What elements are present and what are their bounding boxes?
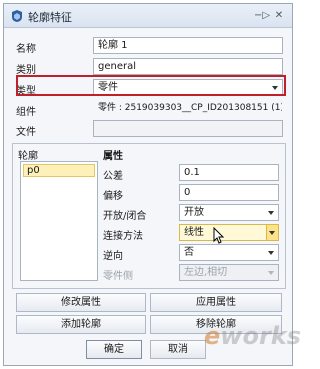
chevron-down-icon bbox=[268, 251, 274, 255]
close-icon[interactable]: ✕ bbox=[272, 9, 286, 23]
open-closed-label: 开放/闭合 bbox=[103, 211, 147, 222]
add-profile-button[interactable]: 添加轮廓 bbox=[16, 315, 146, 334]
name-input[interactable]: 轮廓 1 bbox=[93, 37, 283, 54]
dropdown-button[interactable] bbox=[266, 225, 278, 240]
chevron-down-icon bbox=[272, 86, 278, 90]
attributes-header: 属性 bbox=[103, 151, 123, 162]
part-side-select: 左边,相切 bbox=[179, 264, 279, 281]
window-title: 轮廓特征 bbox=[28, 11, 72, 24]
connect-method-value: 线性 bbox=[184, 227, 204, 238]
profile-list[interactable]: p0 bbox=[20, 161, 98, 281]
type-select[interactable]: 零件 bbox=[93, 79, 283, 96]
connect-method-select[interactable]: 线性 bbox=[179, 224, 279, 241]
category-label: 类别 bbox=[16, 65, 36, 76]
mouse-cursor-icon bbox=[213, 227, 225, 244]
part-side-value: 左边,相切 bbox=[184, 267, 228, 278]
reverse-label: 逆向 bbox=[103, 251, 123, 262]
profile-header: 轮廓 bbox=[18, 151, 38, 162]
open-closed-select[interactable]: 开放 bbox=[179, 204, 279, 221]
file-input[interactable] bbox=[93, 120, 283, 137]
connect-method-label: 连接方法 bbox=[103, 231, 143, 242]
profile-list-item[interactable]: p0 bbox=[23, 164, 95, 177]
chevron-down-icon bbox=[269, 231, 275, 235]
type-label: 类型 bbox=[16, 86, 36, 97]
profile-feature-dialog: 轮廓特征 −▷ ✕ 名称 轮廓 1 类别 general 类型 零件 组件 零件… bbox=[3, 3, 301, 366]
offset-input[interactable]: 0 bbox=[179, 184, 279, 201]
type-select-value: 零件 bbox=[98, 82, 118, 93]
chevron-down-icon bbox=[268, 211, 274, 215]
watermark-e: e bbox=[204, 322, 221, 350]
name-label: 名称 bbox=[16, 44, 36, 55]
app-logo-icon bbox=[12, 10, 22, 22]
tolerance-label: 公差 bbox=[103, 171, 123, 182]
modify-attributes-button[interactable]: 修改属性 bbox=[16, 293, 146, 312]
component-value: 零件 : 2519039303__CP_ID201308151 (1) bbox=[98, 103, 283, 113]
title-bar[interactable]: 轮廓特征 −▷ ✕ bbox=[4, 4, 292, 28]
watermark: eworks bbox=[204, 322, 301, 350]
pin-icon[interactable]: −▷ bbox=[254, 9, 270, 23]
component-label: 组件 bbox=[16, 107, 36, 118]
file-label: 文件 bbox=[16, 127, 36, 138]
watermark-rest: works bbox=[220, 322, 302, 350]
reverse-select[interactable]: 否 bbox=[179, 244, 279, 261]
open-closed-value: 开放 bbox=[184, 207, 204, 218]
offset-label: 偏移 bbox=[103, 191, 123, 202]
ok-button[interactable]: 确定 bbox=[86, 340, 142, 359]
apply-attributes-button[interactable]: 应用属性 bbox=[150, 293, 282, 312]
tolerance-input[interactable]: 0.1 bbox=[179, 164, 279, 181]
part-side-label: 零件侧 bbox=[103, 271, 133, 282]
reverse-value: 否 bbox=[184, 247, 194, 258]
category-input[interactable]: general bbox=[93, 58, 283, 75]
cancel-button[interactable]: 取消 bbox=[150, 340, 206, 359]
chevron-down-icon bbox=[268, 271, 274, 275]
